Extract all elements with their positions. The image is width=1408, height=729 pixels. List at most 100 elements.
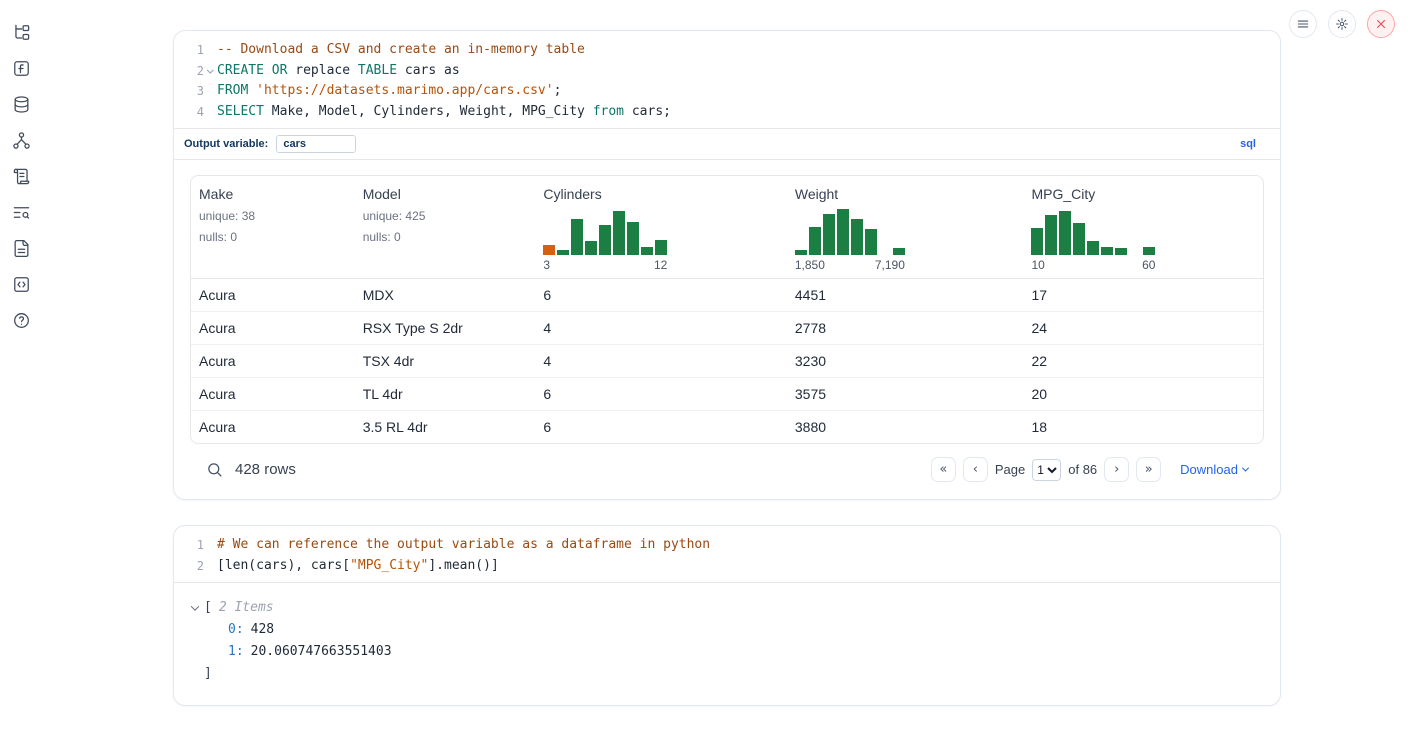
row-count: 428 rows xyxy=(235,461,296,478)
open-bracket: [ xyxy=(204,597,212,619)
histogram-bar xyxy=(823,214,835,255)
items-count: 2 Items xyxy=(219,597,274,619)
table-cell: 24 xyxy=(1023,312,1263,344)
datasources-icon[interactable] xyxy=(10,93,32,115)
column-header-mpg-city[interactable]: MPG_City 1060 xyxy=(1023,176,1263,278)
menu-icon xyxy=(1296,17,1310,31)
line-number: 4 xyxy=(174,102,204,123)
table-cell: Acura xyxy=(191,345,355,377)
documentation-icon[interactable] xyxy=(10,237,32,259)
table-cell: Acura xyxy=(191,411,355,443)
table-cell: TSX 4dr xyxy=(355,345,536,377)
table-body: AcuraMDX6445117AcuraRSX Type S 2dr427782… xyxy=(191,279,1263,443)
histogram-bar xyxy=(571,219,583,255)
table-row[interactable]: Acura3.5 RL 4dr6388018 xyxy=(191,411,1263,443)
sidebar xyxy=(0,0,42,729)
table-cell: Acura xyxy=(191,312,355,344)
column-header-weight[interactable]: Weight 1,8507,190 xyxy=(787,176,1024,278)
logs-icon[interactable] xyxy=(10,165,32,187)
language-badge: sql xyxy=(1240,138,1256,150)
settings-button[interactable] xyxy=(1328,10,1356,38)
sql-editor[interactable]: 1-- Download a CSV and create an in-memo… xyxy=(174,31,1280,160)
line-number: 2 xyxy=(174,556,204,577)
close-button[interactable] xyxy=(1367,10,1395,38)
mpg-city-histogram: 10 60 xyxy=(1031,208,1155,272)
python-code[interactable]: 1# We can reference the output variable … xyxy=(174,526,1280,582)
table-cell: RSX Type S 2dr xyxy=(355,312,536,344)
python-editor[interactable]: 1# We can reference the output variable … xyxy=(174,526,1280,583)
page-select[interactable]: 1 xyxy=(1032,459,1061,481)
table-cell: MDX xyxy=(355,279,536,311)
table-cell: 3230 xyxy=(787,345,1024,377)
fold-chevron-icon[interactable] xyxy=(207,67,213,73)
help-icon[interactable] xyxy=(10,309,32,331)
weight-histogram: 1,8507,190 xyxy=(795,208,905,272)
table-header: Make unique: 38 nulls: 0 Model unique: 4… xyxy=(191,176,1263,279)
histogram-bar xyxy=(585,241,597,255)
table-row[interactable]: AcuraMDX6445117 xyxy=(191,279,1263,312)
histogram-bar xyxy=(1115,248,1127,255)
histogram-bar xyxy=(1031,228,1043,255)
menu-button[interactable] xyxy=(1289,10,1317,38)
table-row[interactable]: AcuraRSX Type S 2dr4277824 xyxy=(191,312,1263,345)
table-cell: 2778 xyxy=(787,312,1024,344)
histogram-bar xyxy=(1073,223,1085,255)
histogram-bar xyxy=(1101,247,1113,255)
table-of-contents-search-icon[interactable] xyxy=(10,201,32,223)
tree-entry: 1: 20.060747663551403 xyxy=(192,641,1264,663)
table-cell: 17 xyxy=(1023,279,1263,311)
next-page-button[interactable]: › xyxy=(1104,457,1129,482)
histogram-bar xyxy=(795,250,807,255)
histogram-min-label: 10 xyxy=(1031,258,1044,272)
download-button[interactable]: Download xyxy=(1180,462,1248,477)
table-row[interactable]: AcuraTSX 4dr4323022 xyxy=(191,345,1263,378)
histogram-max-label: 12 xyxy=(654,258,667,272)
histogram-bar xyxy=(655,240,667,255)
histogram-bar xyxy=(1059,211,1071,255)
output-variable-input[interactable] xyxy=(276,135,356,153)
histogram-bar xyxy=(1143,247,1155,255)
histogram-bar xyxy=(851,219,863,255)
table-row[interactable]: AcuraTL 4dr6357520 xyxy=(191,378,1263,411)
histogram-bar xyxy=(1045,215,1057,255)
gear-icon xyxy=(1335,17,1349,31)
table-cell: Acura xyxy=(191,279,355,311)
histogram-bar xyxy=(543,245,555,255)
page-label: Page xyxy=(995,462,1025,477)
python-cell: 1# We can reference the output variable … xyxy=(173,525,1281,706)
output-tree: [ 2 Items 0: 428 1: 20.060747663551403 ] xyxy=(174,583,1280,705)
table-cell: 18 xyxy=(1023,411,1263,443)
topbar-actions xyxy=(1289,10,1395,38)
column-header-make[interactable]: Make unique: 38 nulls: 0 xyxy=(191,176,355,278)
histogram-bar xyxy=(599,225,611,255)
sql-code[interactable]: 1-- Download a CSV and create an in-memo… xyxy=(174,31,1280,128)
search-icon[interactable] xyxy=(206,461,223,478)
table-output: Make unique: 38 nulls: 0 Model unique: 4… xyxy=(174,160,1280,499)
file-tree-icon[interactable] xyxy=(10,21,32,43)
sql-cell: 1-- Download a CSV and create an in-memo… xyxy=(173,30,1281,500)
line-number: 3 xyxy=(174,81,204,102)
prev-page-button[interactable]: ‹ xyxy=(963,457,988,482)
table-cell: 4 xyxy=(535,312,787,344)
dependency-graph-icon[interactable] xyxy=(10,129,32,151)
column-header-cylinders[interactable]: Cylinders 312 xyxy=(535,176,787,278)
histogram-max-label: 7,190 xyxy=(875,258,905,272)
collapse-chevron-icon[interactable] xyxy=(192,605,204,611)
histogram-bar xyxy=(893,248,905,255)
first-page-button[interactable]: « xyxy=(931,457,956,482)
histogram-bar xyxy=(865,229,877,255)
output-variable-label: Output variable: xyxy=(184,138,268,150)
page-total: of 86 xyxy=(1068,462,1097,477)
close-icon xyxy=(1374,17,1388,31)
scratchpad-icon[interactable] xyxy=(10,57,32,79)
pagination: « ‹ Page 1 of 86 › » Download xyxy=(931,457,1248,482)
histogram-max-label: 60 xyxy=(1142,258,1155,272)
snippets-icon[interactable] xyxy=(10,273,32,295)
last-page-button[interactable]: » xyxy=(1136,457,1161,482)
column-header-model[interactable]: Model unique: 425 nulls: 0 xyxy=(355,176,536,278)
cylinders-histogram: 312 xyxy=(543,208,667,272)
table-cell: 6 xyxy=(535,411,787,443)
table-cell: 4 xyxy=(535,345,787,377)
chevron-down-icon xyxy=(1242,465,1249,472)
table-cell: 3575 xyxy=(787,378,1024,410)
